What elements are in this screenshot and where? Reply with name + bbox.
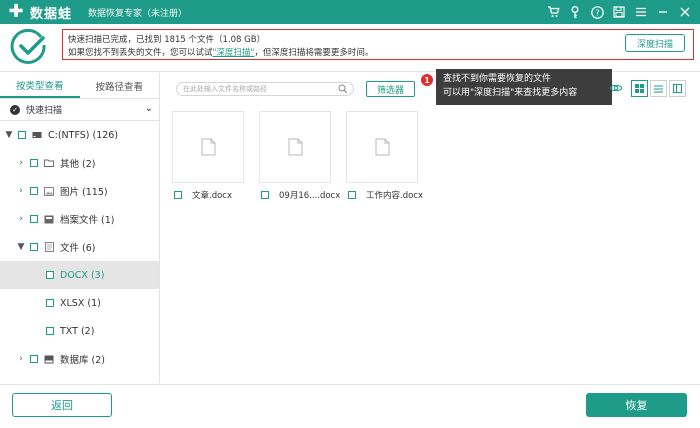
document-file-icon [201,138,215,156]
deep-scan-button[interactable]: 深度扫描 [625,34,685,52]
tree-item-label: TXT (2) [60,325,95,337]
list-view-icon[interactable] [650,80,667,97]
save-icon[interactable] [608,0,630,24]
search-icon[interactable] [338,84,348,96]
file-type-sidebar: 按类型查看 按路径查看 ✓ 快速扫描 ⌄ ▼ C:(NTFS) (126) › … [0,73,160,383]
tree-item-label: 图片 (115) [60,187,108,198]
checkbox[interactable] [30,215,38,223]
drive-icon [32,130,42,140]
expand-arrow-icon[interactable]: ▼ [4,130,14,140]
file-item[interactable]: 工作内容.docx [348,189,423,201]
tab-by-type[interactable]: 按类型查看 [0,73,80,98]
checkbox[interactable] [46,327,54,335]
cart-icon[interactable] [542,0,564,24]
eye-icon[interactable] [609,82,623,97]
checkbox[interactable] [261,191,269,199]
app-logo: ✚ 数据蛙 [6,3,72,22]
minimize-icon[interactable] [652,0,674,24]
checkbox[interactable] [174,191,182,199]
menu-icon[interactable] [630,0,652,24]
quick-scan-label: 快速扫描 [26,106,63,116]
back-button[interactable]: 返回 [12,393,112,417]
filter-button[interactable]: 筛选器 [366,81,415,97]
checkbox[interactable] [348,191,356,199]
view-mode-switcher [631,80,688,97]
deep-scan-tooltip: 查找不到你需要恢复的文件 可以用"深度扫描"来查找更多内容 [436,69,612,105]
key-icon[interactable] [564,0,586,24]
file-item[interactable]: 文章.docx [174,189,232,201]
grid-view-icon[interactable] [631,80,648,97]
chevron-right-icon[interactable]: › [16,186,26,196]
logo-plus-icon: ✚ [8,1,24,22]
tree-item-other[interactable]: › 其他 (2) [0,149,159,177]
tree-item-database[interactable]: › 数据库 (2) [0,345,159,373]
close-icon[interactable] [674,0,696,24]
chevron-right-icon[interactable]: › [16,354,26,364]
scan-result-text: 快速扫描已完成，已找到 1815 个文件（1.08 GB） [68,35,266,45]
scan-status-message: 快速扫描已完成，已找到 1815 个文件（1.08 GB） 如果您找不到丢失的文… [62,29,694,60]
tooltip-line2: 可以用"深度扫描"来查找更多内容 [443,88,578,98]
file-thumbnail[interactable] [346,111,418,183]
search-placeholder: 在此处输入文件名称或路径 [183,85,267,93]
file-item[interactable]: 09月16....docx [261,189,340,201]
file-name: 工作内容.docx [366,191,424,201]
tree-item-xlsx[interactable]: XLSX (1) [0,289,159,317]
tree-item-images[interactable]: › 图片 (115) [0,177,159,205]
tree-item-label: 数据库 (2) [60,355,105,366]
file-thumbnail[interactable] [259,111,331,183]
folder-icon [44,158,54,168]
deep-scan-link[interactable]: "深度扫描" [213,48,255,58]
file-name: 09月16....docx [279,191,341,201]
database-icon [44,354,54,364]
svg-text:?: ? [595,8,599,17]
tree-item-label: 文件 (6) [60,243,96,254]
checkbox[interactable] [18,131,26,139]
scan-status-banner: 快速扫描已完成，已找到 1815 个文件（1.08 GB） 如果您找不到丢失的文… [0,24,700,72]
tree-item-txt[interactable]: TXT (2) [0,317,159,345]
chevron-down-icon[interactable]: ⌄ [145,103,153,114]
checkbox[interactable] [30,187,38,195]
quick-scan-header[interactable]: ✓ 快速扫描 ⌄ [0,99,159,121]
app-subtitle: 数据恢复专家（未注册） [88,8,188,19]
file-thumbnail[interactable] [172,111,244,183]
document-file-icon [288,138,302,156]
tree-item-archives[interactable]: › 档案文件 (1) [0,205,159,233]
scan-complete-icon [10,28,48,66]
chevron-right-icon[interactable]: › [16,214,26,224]
tooltip-badge: 1 [421,74,433,86]
checkbox[interactable] [30,355,38,363]
app-name: 数据蛙 [30,6,73,22]
archive-icon [44,214,54,224]
file-name: 文章.docx [192,191,233,201]
document-icon [44,242,54,252]
image-icon [44,186,54,196]
help-icon[interactable]: ? [586,0,608,24]
check-circle-icon: ✓ [10,104,20,115]
checkbox[interactable] [30,243,38,251]
tree-item-docx[interactable]: DOCX (3) [0,261,159,289]
tab-by-path[interactable]: 按路径查看 [80,73,160,98]
tree-item-label: XLSX (1) [60,297,101,309]
tree-item-label: DOCX (3) [60,269,105,281]
chevron-right-icon[interactable]: › [16,158,26,168]
title-bar: ✚ 数据蛙 数据恢复专家（未注册） ? [0,0,700,24]
checkbox[interactable] [46,271,54,279]
tree-item-label: 档案文件 (1) [60,215,115,226]
tooltip-line1: 查找不到你需要恢复的文件 [443,74,552,84]
view-tabs: 按类型查看 按路径查看 [0,73,159,99]
checkbox[interactable] [46,299,54,307]
document-file-icon [375,138,389,156]
tree-item-label: C:(NTFS) (126) [48,129,119,141]
tree-item-label: 其他 (2) [60,159,96,170]
checkbox[interactable] [30,159,38,167]
tree-item-c-drive[interactable]: ▼ C:(NTFS) (126) [0,121,159,149]
chevron-down-icon[interactable]: ▼ [16,242,26,252]
search-input[interactable]: 在此处输入文件名称或路径 [176,82,354,96]
detail-view-icon[interactable] [669,80,686,97]
deep-scan-hint: 如果您找不到丢失的文件，您可以试试"深度扫描"，但深度扫描将需要更多时间。 [68,48,374,58]
bottom-bar: 返回 恢复 [0,384,700,428]
recover-button[interactable]: 恢复 [586,393,687,417]
tree-item-documents[interactable]: ▼ 文件 (6) [0,233,159,261]
